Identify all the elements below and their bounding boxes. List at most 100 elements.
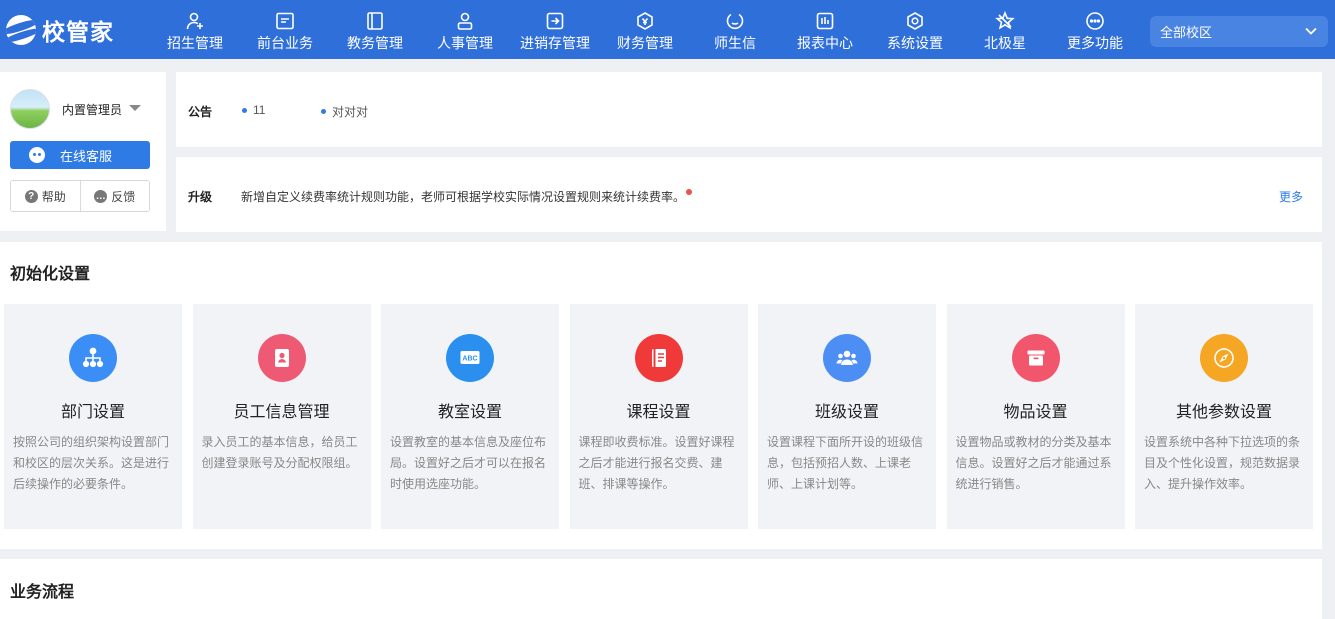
nav-label: 北极星 — [984, 34, 1026, 51]
question-icon: ? — [24, 189, 38, 203]
svg-text:ABC: ABC — [462, 356, 477, 363]
bullet-dot — [321, 109, 326, 114]
org-tree-icon — [69, 334, 117, 382]
card-title: 其他参数设置 — [1175, 404, 1272, 421]
feedback-label: 反馈 — [111, 189, 136, 204]
upgrade-label: 升级 — [188, 190, 213, 204]
nav-label: 系统设置 — [887, 34, 943, 51]
card-description: 课程即收费标准。设置好课程之后才能进行报名交费、建班、排课等操作。 — [578, 435, 735, 491]
card-description: 设置物品或教材的分类及基本信息。设置好之后才能通过系统进行销售。 — [955, 435, 1112, 491]
ellipsis-icon: … — [94, 189, 108, 203]
upgrade-text: 新增自定义续费率统计规则功能，老师可根据学校实际情况设置规则来统计续费率。 — [241, 190, 686, 204]
chevron-down-icon — [1304, 24, 1318, 38]
finance-icon — [635, 11, 655, 31]
init-settings-section: 初始化设置 部门设置 按照公司的组织架构设置部门和校区的层次关系。这是进行后续操… — [0, 242, 1322, 549]
upgrade-panel: 升级 新增自定义续费率统计规则功能，老师可根据学校实际情况设置规则来统计续费率。… — [176, 157, 1322, 232]
card-description: 录入员工的基本信息，给员工创建登录账号及分配权限组。 — [201, 435, 358, 470]
nav-label: 更多功能 — [1067, 34, 1123, 51]
nav-label: 教务管理 — [347, 34, 403, 51]
report-icon — [815, 11, 835, 31]
notice-item[interactable]: 对对对 — [321, 103, 368, 120]
nav-item-messages[interactable]: 师生信 — [690, 0, 780, 59]
nav-item-academic[interactable]: 教务管理 — [330, 0, 420, 59]
card-title: 员工信息管理 — [233, 404, 330, 421]
new-badge-dot — [686, 189, 693, 195]
nav-label: 财务管理 — [617, 34, 673, 51]
notice-label: 公告 — [188, 105, 213, 119]
card-other-params[interactable]: 其他参数设置 设置系统中各种下拉选项的条目及个性化设置，规范数据录入、提升操作效… — [1135, 304, 1313, 529]
help-label: 帮助 — [41, 189, 66, 204]
compass-icon — [1200, 334, 1248, 382]
app-logo[interactable]: 校管家 — [0, 0, 150, 59]
card-description: 设置系统中各种下拉选项的条目及个性化设置，规范数据录入、提升操作效率。 — [1144, 435, 1301, 491]
nav-label: 前台业务 — [257, 34, 313, 51]
nav-label: 进销存管理 — [520, 34, 590, 51]
nav-label: 师生信 — [714, 34, 756, 51]
help-feedback-group: ? 帮助 … 反馈 — [10, 180, 150, 212]
card-department-settings[interactable]: 部门设置 按照公司的组织架构设置部门和校区的层次关系。这是进行后续操作的必要条件… — [4, 304, 182, 529]
online-service-label: 在线客服 — [60, 148, 113, 164]
user-name[interactable]: 内置管理员 — [62, 101, 122, 118]
nav-item-polaris[interactable]: 北极星 — [960, 0, 1050, 59]
feedback-button[interactable]: … 反馈 — [79, 181, 150, 211]
inventory-icon — [545, 11, 565, 31]
notice-panel: 公告 11 对对对 — [176, 72, 1322, 147]
class-group-icon — [823, 334, 871, 382]
upgrade-text-link[interactable]: 新增自定义续费率统计规则功能，老师可根据学校实际情况设置规则来统计续费率。 — [241, 188, 693, 205]
campus-select-value: 全部校区 — [1160, 25, 1213, 40]
card-title: 课程设置 — [626, 404, 691, 421]
message-icon — [725, 11, 745, 31]
nav-item-reports[interactable]: 报表中心 — [780, 0, 870, 59]
avatar[interactable] — [10, 89, 50, 129]
card-title: 班级设置 — [814, 404, 879, 421]
section-title: 业务流程 — [10, 584, 75, 601]
nav-item-inventory[interactable]: 进销存管理 — [510, 0, 600, 59]
campus-select[interactable]: 全部校区 — [1150, 16, 1328, 47]
nav-label: 招生管理 — [167, 34, 223, 51]
book-icon — [365, 11, 385, 31]
more-icon — [1085, 11, 1105, 31]
goods-box-icon — [1011, 334, 1060, 382]
nav-label: 人事管理 — [437, 34, 493, 51]
nav-item-hr[interactable]: 人事管理 — [420, 0, 510, 59]
init-settings-cards: 部门设置 按照公司的组织架构设置部门和校区的层次关系。这是进行后续操作的必要条件… — [4, 304, 1324, 529]
chat-bubble-icon — [29, 147, 45, 163]
top-nav-bar: 校管家 招生管理 前台业务 教务管理 人事管理 进销存管理 财务管理 师生信 报… — [0, 0, 1335, 59]
online-service-button[interactable]: 在线客服 — [10, 141, 150, 169]
course-book-icon — [634, 334, 683, 382]
card-title: 物品设置 — [1003, 404, 1068, 421]
bullet-dot — [242, 107, 247, 113]
user-card: 内置管理员 在线客服 ? 帮助 … 反馈 — [0, 72, 166, 231]
nav-item-settings[interactable]: 系统设置 — [870, 0, 960, 59]
nav-item-more[interactable]: 更多功能 — [1050, 0, 1140, 59]
settings-icon — [905, 11, 925, 31]
business-process-section: 业务流程 — [0, 559, 1322, 619]
nav-item-front-desk[interactable]: 前台业务 — [240, 0, 330, 59]
more-link[interactable]: 更多 — [1279, 188, 1303, 205]
notice-item[interactable]: 11 — [242, 103, 265, 117]
classroom-board-icon: ABC — [446, 334, 494, 382]
star-icon — [995, 10, 1015, 31]
card-staff-management[interactable]: 员工信息管理 录入员工的基本信息，给员工创建登录账号及分配权限组。 — [192, 304, 371, 529]
person-icon — [455, 11, 475, 31]
card-classroom-settings[interactable]: ABC 教室设置 设置教室的基本信息及座位布局。设置好之后才可以在报名时使用选座… — [381, 304, 559, 529]
desk-icon — [275, 11, 295, 31]
card-description: 设置教室的基本信息及座位布局。设置好之后才可以在报名时使用选座功能。 — [390, 435, 547, 491]
help-button[interactable]: ? 帮助 — [11, 181, 80, 211]
nav-item-finance[interactable]: 财务管理 — [600, 0, 690, 59]
card-title: 教室设置 — [437, 404, 502, 421]
notice-item-text: 11 — [253, 103, 266, 117]
section-title: 初始化设置 — [10, 266, 91, 283]
card-course-settings[interactable]: 课程设置 课程即收费标准。设置好课程之后才能进行报名交费、建班、排课等操作。 — [569, 304, 748, 529]
staff-card-icon — [257, 334, 306, 382]
card-class-settings[interactable]: 班级设置 设置课程下面所开设的班级信息，包括预招人数、上课老师、上课计划等。 — [758, 304, 936, 529]
nav-item-enrollment[interactable]: 招生管理 — [150, 0, 240, 59]
card-goods-settings[interactable]: 物品设置 设置物品或教材的分类及基本信息。设置好之后才能通过系统进行销售。 — [946, 304, 1125, 529]
card-title: 部门设置 — [60, 404, 125, 421]
main-nav: 招生管理 前台业务 教务管理 人事管理 进销存管理 财务管理 师生信 报表中心 — [150, 0, 1140, 59]
add-user-icon — [185, 11, 205, 31]
caret-down-icon[interactable] — [129, 105, 141, 111]
notice-item-text: 对对对 — [332, 105, 369, 119]
card-description: 设置课程下面所开设的班级信息，包括预招人数、上课老师、上课计划等。 — [767, 435, 924, 491]
nav-label: 报表中心 — [797, 34, 853, 51]
